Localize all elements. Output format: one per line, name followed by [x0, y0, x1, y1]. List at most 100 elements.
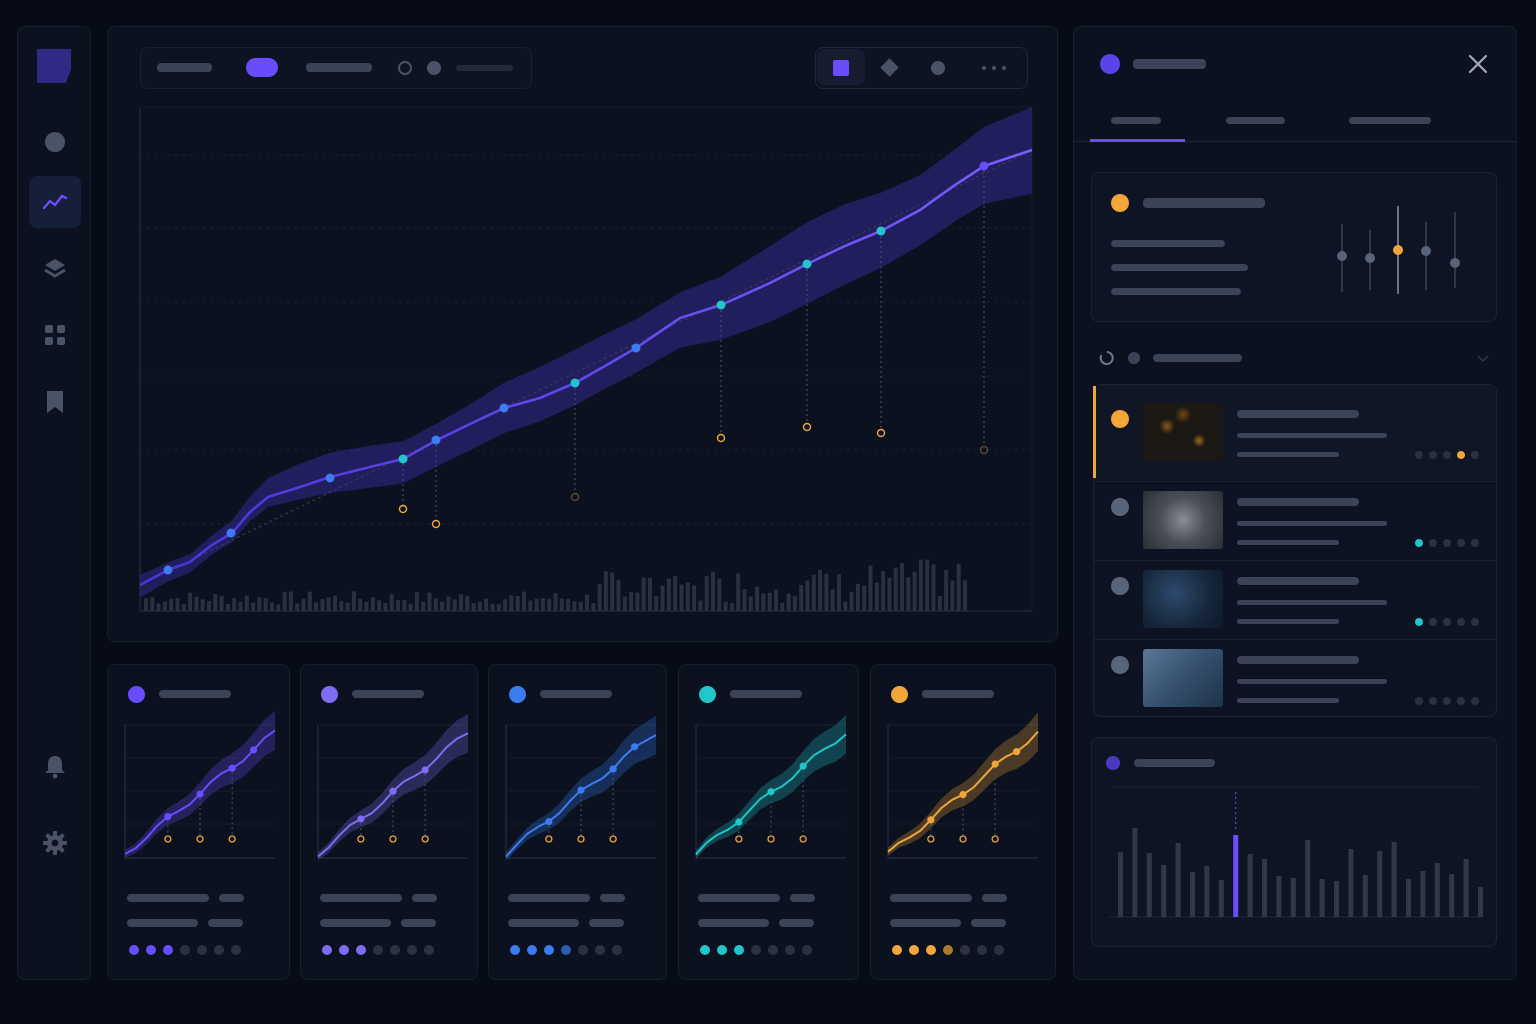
- page-dot[interactable]: [424, 945, 434, 955]
- notifications-button[interactable]: [29, 740, 81, 792]
- nav-item-layers[interactable]: [29, 243, 81, 295]
- stat-line: [698, 919, 769, 927]
- rating-dot: [1471, 618, 1479, 626]
- rating-dot: [1429, 539, 1437, 547]
- page-dot[interactable]: [892, 945, 902, 955]
- gear-icon: [43, 831, 67, 855]
- page-dot[interactable]: [407, 945, 417, 955]
- data-point: [389, 787, 397, 795]
- settings-button[interactable]: [29, 817, 81, 869]
- page-dot[interactable]: [994, 945, 1004, 955]
- chevron-down-icon[interactable]: [1477, 355, 1489, 363]
- mini-line-chart: [887, 712, 1039, 859]
- text-line: [1111, 264, 1248, 271]
- controls-card-title: [1143, 198, 1265, 208]
- text-line: [1111, 240, 1225, 247]
- page-dot[interactable]: [717, 945, 727, 955]
- page-dot[interactable]: [544, 945, 554, 955]
- page-dot[interactable]: [180, 945, 190, 955]
- trend-line-icon: [42, 194, 68, 210]
- page-dot[interactable]: [163, 945, 173, 955]
- mini-line-chart: [695, 714, 847, 859]
- page-dot[interactable]: [595, 945, 605, 955]
- page-dot[interactable]: [785, 945, 795, 955]
- event-marker: [228, 835, 236, 843]
- data-point: [735, 818, 743, 826]
- equalizer-sliders[interactable]: [1330, 202, 1470, 302]
- data-point: [609, 765, 617, 773]
- data-point: [357, 815, 365, 823]
- nav-item-grid[interactable]: [29, 309, 81, 361]
- stat-line: [127, 894, 209, 902]
- radio-filled[interactable]: [427, 61, 441, 75]
- bookmark-icon: [47, 391, 63, 413]
- slider-track[interactable]: [456, 65, 513, 71]
- event-marker: [991, 835, 999, 843]
- page-dot[interactable]: [943, 945, 953, 955]
- app-logo[interactable]: [37, 49, 71, 83]
- main-chart-panel: [107, 26, 1058, 642]
- page-dot[interactable]: [700, 945, 710, 955]
- page-dot[interactable]: [390, 945, 400, 955]
- circle-icon[interactable]: [931, 61, 945, 75]
- page-dot[interactable]: [578, 945, 588, 955]
- stat-value: [600, 894, 625, 902]
- list-item-status-dot: [1111, 577, 1129, 595]
- square-icon: [833, 60, 849, 76]
- media-thumbnail: [1143, 649, 1223, 707]
- radio-empty[interactable]: [398, 61, 412, 75]
- filter-chip[interactable]: [157, 63, 212, 72]
- page-dot[interactable]: [356, 945, 366, 955]
- page-dot[interactable]: [510, 945, 520, 955]
- list-item-subtitle: [1237, 521, 1387, 526]
- page-dot[interactable]: [909, 945, 919, 955]
- close-icon[interactable]: [1468, 54, 1488, 74]
- page-dot[interactable]: [527, 945, 537, 955]
- page-dot[interactable]: [339, 945, 349, 955]
- page-dot[interactable]: [734, 945, 744, 955]
- page-dot[interactable]: [214, 945, 224, 955]
- page-dot[interactable]: [197, 945, 207, 955]
- page-dot[interactable]: [373, 945, 383, 955]
- page-dot[interactable]: [561, 945, 571, 955]
- tab-2[interactable]: [1210, 104, 1300, 142]
- more-icon[interactable]: [982, 66, 1010, 70]
- rating-dot: [1443, 697, 1451, 705]
- rating-dot: [1443, 451, 1451, 459]
- histogram-bar: [1334, 881, 1339, 917]
- page-dot[interactable]: [612, 945, 622, 955]
- stat-line: [508, 894, 590, 902]
- stat-value: [790, 894, 815, 902]
- rating-dot: [1471, 539, 1479, 547]
- histogram-bar: [1420, 871, 1426, 917]
- filter-chip[interactable]: [306, 63, 372, 72]
- tab-3[interactable]: [1330, 104, 1450, 142]
- histogram-bar: [1118, 852, 1123, 917]
- histogram-bar: [1406, 879, 1411, 917]
- nav-item-trends[interactable]: [29, 176, 81, 228]
- page-dot[interactable]: [751, 945, 761, 955]
- nav-item-overview[interactable]: [29, 116, 81, 168]
- bell-icon: [45, 756, 65, 779]
- page-dot[interactable]: [977, 945, 987, 955]
- data-point: [927, 816, 935, 824]
- page-dot[interactable]: [960, 945, 970, 955]
- page-dot[interactable]: [146, 945, 156, 955]
- slider-knob: [1393, 245, 1403, 255]
- page-dot[interactable]: [129, 945, 139, 955]
- histogram-card-dot: [1106, 756, 1120, 770]
- histogram-bar: [1290, 878, 1296, 917]
- stat-line: [508, 919, 579, 927]
- page-dot[interactable]: [926, 945, 936, 955]
- data-point: [991, 760, 999, 768]
- page-dot[interactable]: [231, 945, 241, 955]
- tab-1[interactable]: [1090, 104, 1185, 142]
- page-dot[interactable]: [768, 945, 778, 955]
- toggle-chip[interactable]: [246, 58, 278, 77]
- page-dot[interactable]: [322, 945, 332, 955]
- list-item-subtitle: [1237, 679, 1387, 684]
- page-dot[interactable]: [802, 945, 812, 955]
- event-marker: [767, 835, 775, 843]
- nav-item-bookmarks[interactable]: [29, 376, 81, 428]
- list-item-subtitle: [1237, 433, 1387, 438]
